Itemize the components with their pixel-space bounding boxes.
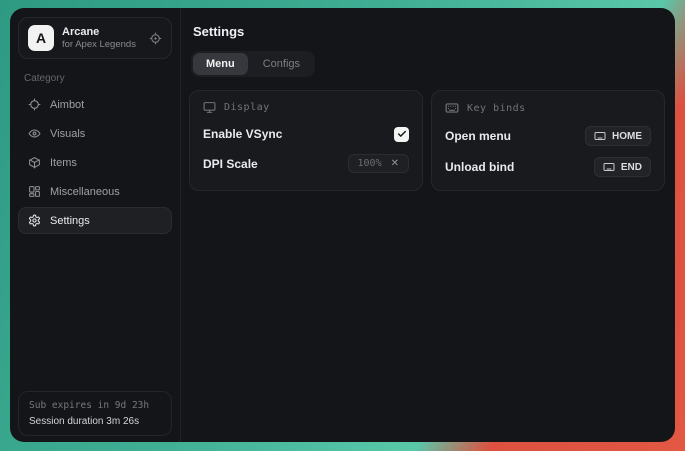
sidebar-item-aimbot[interactable]: Aimbot xyxy=(18,91,172,118)
sidebar-item-label: Settings xyxy=(50,215,90,227)
open-menu-row: Open menu HOME xyxy=(445,126,651,146)
tab-menu[interactable]: Menu xyxy=(193,53,248,75)
open-menu-bind-button[interactable]: HOME xyxy=(585,126,651,146)
sidebar-item-items[interactable]: Items xyxy=(18,149,172,176)
open-menu-bind-key: HOME xyxy=(612,131,642,142)
sidebar: A Arcane for Apex Legends Category Aimbo… xyxy=(10,8,181,442)
grid-icon xyxy=(28,185,41,198)
vsync-checkbox[interactable] xyxy=(394,127,409,142)
display-card: Display Enable VSync DPI Scale 100% ✕ xyxy=(189,90,423,191)
sub-expires-text: Sub expires in 9d 23h xyxy=(29,400,161,411)
check-icon xyxy=(397,129,407,139)
monitor-icon xyxy=(203,101,216,114)
keyboard-icon xyxy=(445,101,459,115)
category-label: Category xyxy=(24,73,166,84)
dpi-value[interactable]: 100% xyxy=(349,155,386,172)
app-title: Arcane xyxy=(62,26,136,38)
target-icon[interactable] xyxy=(149,32,162,45)
unload-bind-key: END xyxy=(621,162,642,173)
app-window: A Arcane for Apex Legends Category Aimbo… xyxy=(10,8,675,442)
unload-bind-row: Unload bind END xyxy=(445,157,651,177)
app-subtitle: for Apex Legends xyxy=(62,40,136,50)
dpi-scale-input[interactable]: 100% ✕ xyxy=(348,154,409,173)
unload-bind-label: Unload bind xyxy=(445,160,514,174)
clear-icon[interactable]: ✕ xyxy=(386,155,408,172)
keybinds-card-title: Key binds xyxy=(467,103,526,114)
crosshair-icon xyxy=(28,98,41,111)
eye-icon xyxy=(28,127,41,140)
keybinds-card: Key binds Open menu HOME Unload bin xyxy=(431,90,665,191)
cube-icon xyxy=(28,156,41,169)
main-content: Settings Menu Configs Display Enable VSy… xyxy=(181,8,675,442)
session-duration-text: Session duration 3m 26s xyxy=(29,416,161,427)
app-brand-card: A Arcane for Apex Legends xyxy=(18,17,172,59)
sidebar-item-label: Miscellaneous xyxy=(50,186,120,198)
sidebar-item-label: Items xyxy=(50,157,77,169)
unload-bind-button[interactable]: END xyxy=(594,157,651,177)
sidebar-item-visuals[interactable]: Visuals xyxy=(18,120,172,147)
app-logo: A xyxy=(28,25,54,51)
tab-bar: Menu Configs xyxy=(191,51,315,77)
vsync-row: Enable VSync xyxy=(203,125,409,143)
sidebar-item-label: Visuals xyxy=(50,128,85,140)
display-card-header: Display xyxy=(203,101,409,114)
keyboard-icon xyxy=(603,161,615,173)
dpi-label: DPI Scale xyxy=(203,157,258,171)
keybinds-card-header: Key binds xyxy=(445,101,651,115)
sidebar-item-settings[interactable]: Settings xyxy=(18,207,172,234)
keyboard-icon xyxy=(594,130,606,142)
app-brand-text: Arcane for Apex Legends xyxy=(62,26,136,51)
vsync-label: Enable VSync xyxy=(203,127,282,141)
sidebar-item-label: Aimbot xyxy=(50,99,84,111)
subscription-info-box: Sub expires in 9d 23h Session duration 3… xyxy=(18,391,172,436)
tab-configs[interactable]: Configs xyxy=(250,53,313,75)
page-title: Settings xyxy=(193,24,665,39)
settings-cards: Display Enable VSync DPI Scale 100% ✕ xyxy=(189,90,665,191)
sidebar-item-miscellaneous[interactable]: Miscellaneous xyxy=(18,178,172,205)
display-card-title: Display xyxy=(224,102,270,113)
open-menu-label: Open menu xyxy=(445,129,511,143)
dpi-row: DPI Scale 100% ✕ xyxy=(203,154,409,173)
gear-icon xyxy=(28,214,41,227)
